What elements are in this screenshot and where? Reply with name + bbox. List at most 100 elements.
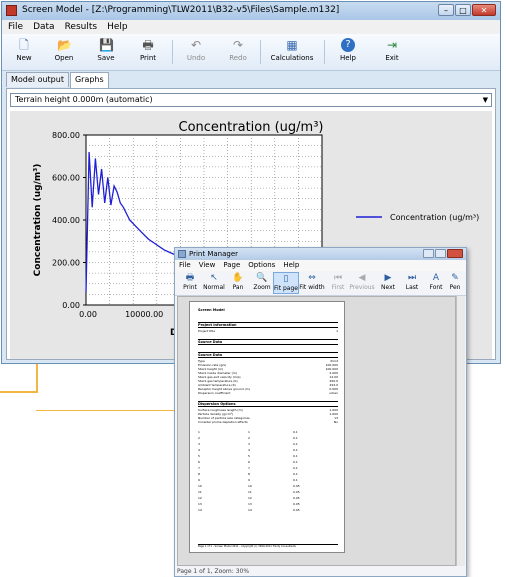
pm-pen-button[interactable]: ✎ Pen — [445, 272, 465, 291]
pm-close-button[interactable] — [447, 249, 463, 258]
pm-fit-width-button[interactable]: ⇔ Fit width — [299, 272, 325, 291]
page-table-cell: 0.05 — [293, 496, 300, 500]
save-button[interactable]: 💾 Save — [86, 36, 126, 68]
pm-normal-button[interactable]: ↖ Normal — [201, 272, 227, 291]
pm-pan-label: Pan — [232, 284, 244, 291]
pm-menu-help[interactable]: Help — [283, 260, 299, 271]
menu-data[interactable]: Data — [33, 20, 55, 34]
pm-menu-page[interactable]: Page — [223, 260, 240, 271]
page-table-row: 7 7 0.1 — [198, 466, 298, 470]
page-table-cell: 0.1 — [293, 478, 298, 482]
pm-zoom-label: Zoom — [253, 284, 271, 291]
chart-title: Concentration (ug/m³) — [179, 120, 324, 135]
graph-select-value: Terrain height 0.000m (automatic) — [15, 95, 153, 104]
pm-pan-button[interactable]: ✋ Pan — [225, 272, 251, 291]
page-section-heading: Project Information — [198, 322, 338, 328]
tab-graphs[interactable]: Graphs — [69, 72, 109, 88]
new-button[interactable]: 🗋 New — [4, 36, 44, 68]
exit-button[interactable]: ⇥ Exit — [372, 36, 412, 68]
pm-last-button[interactable]: ⏭ Last — [399, 272, 425, 291]
page-data-row: Consider plume depletion effects No — [198, 420, 338, 424]
menu-file[interactable]: File — [8, 20, 23, 34]
new-label: New — [16, 54, 32, 62]
pm-print-button[interactable]: 🖶 Print — [177, 272, 203, 291]
print-preview-area[interactable]: Screen Model Project Information Project … — [177, 296, 456, 566]
open-button[interactable]: 📂 Open — [44, 36, 84, 68]
pm-zoom-button[interactable]: 🔍 Zoom — [249, 272, 275, 291]
pm-menu-options[interactable]: Options — [248, 260, 275, 271]
help-label: Help — [340, 54, 356, 62]
pm-vertical-scrollbar[interactable] — [456, 296, 465, 566]
pen-icon: ✎ — [451, 273, 459, 283]
pm-print-label: Print — [183, 284, 197, 291]
calculations-button[interactable]: ▦ Calculations — [264, 36, 320, 68]
page-table-row: 13 13 0.05 — [198, 502, 300, 506]
chevron-down-icon: ▼ — [482, 96, 488, 104]
page-table-cell: 3 — [248, 442, 250, 446]
page-table-cell: 4 — [248, 448, 250, 452]
pm-menu-file[interactable]: File — [179, 260, 191, 271]
page-table-cell: 0.05 — [293, 484, 300, 488]
y-tick-label: 400.00 — [52, 216, 80, 225]
fit-width-icon: ⇔ — [308, 273, 316, 283]
page-table-cell: 0.1 — [293, 436, 298, 440]
graph-select-dropdown[interactable]: Terrain height 0.000m (automatic) ▼ — [10, 93, 492, 107]
app-icon — [6, 5, 17, 16]
pm-maximize-button[interactable] — [435, 249, 446, 258]
minimize-button[interactable]: – — [438, 4, 454, 16]
redo-button[interactable]: ↷ Redo — [218, 36, 258, 68]
x-tick-label: 0.00 — [79, 310, 97, 319]
undo-label: Undo — [186, 54, 206, 62]
toolbar: 🗋 New 📂 Open 💾 Save 🖶 Print ↶ Undo ↷ Red… — [2, 34, 500, 71]
calculator-icon: ▦ — [286, 38, 298, 52]
page-table-cell: 1 — [248, 430, 250, 434]
page-table-cell: 0.05 — [293, 490, 300, 494]
page-table-cell: 9 — [248, 478, 250, 482]
print-button[interactable]: 🖶 Print — [128, 36, 168, 68]
undo-button[interactable]: ↶ Undo — [176, 36, 216, 68]
redo-icon: ↷ — [232, 38, 244, 52]
window-title: Screen Model - [Z:\Programming\TLW2011\B… — [22, 5, 340, 15]
tab-model-output[interactable]: Model output — [6, 72, 69, 87]
pm-minimize-button[interactable] — [423, 249, 434, 258]
page-table-row: 10 10 0.05 — [198, 484, 300, 488]
page-data-value: urban — [329, 391, 338, 395]
help-button[interactable]: ? Help — [328, 36, 368, 68]
page-table-row: 5 5 0.1 — [198, 454, 298, 458]
page-table-row: 14 14 0.05 — [198, 508, 300, 512]
pm-fit-page-button[interactable]: ▯ Fit page — [273, 272, 299, 294]
print-manager-title: Print Manager — [189, 250, 239, 258]
page-table-cell: 8 — [248, 472, 250, 476]
page-table-row: 4 4 0.1 — [198, 448, 298, 452]
page-data-value: No — [333, 420, 338, 424]
print-manager-window: Print Manager File View Page Options Hel… — [174, 247, 467, 577]
page-table-row: 6 6 0.1 — [198, 460, 298, 464]
background-accent-vertical — [36, 363, 38, 393]
maximize-button[interactable]: □ — [455, 4, 471, 16]
pointer-icon: ↖ — [210, 273, 218, 283]
close-button[interactable]: ✕ — [472, 4, 496, 16]
page-table-cell: 6 — [248, 460, 250, 464]
page-table-cell: 2 — [248, 436, 250, 440]
menu-results[interactable]: Results — [65, 20, 98, 34]
open-label: Open — [54, 54, 74, 62]
print-label: Print — [139, 54, 157, 62]
page-table-row: 8 8 0.1 — [198, 472, 298, 476]
pm-previous-button[interactable]: ◀ Previous — [349, 272, 375, 291]
previous-page-icon: ◀ — [358, 273, 366, 283]
pm-fit-page-label: Fit page — [274, 285, 298, 292]
printer-icon: 🖶 — [142, 38, 154, 52]
page-table-cell: 0.1 — [293, 454, 298, 458]
exit-door-icon: ⇥ — [386, 38, 398, 52]
title-bar[interactable]: Screen Model - [Z:\Programming\TLW2011\B… — [2, 2, 500, 20]
help-question-icon: ? — [341, 38, 355, 52]
page-table-cell: 0.1 — [293, 430, 298, 434]
pm-next-button[interactable]: ▶ Next — [375, 272, 401, 291]
page-data-row: Project title 1 — [198, 329, 338, 333]
print-manager-title-bar[interactable]: Print Manager — [175, 248, 466, 260]
print-manager-icon — [178, 250, 186, 258]
menu-help[interactable]: Help — [107, 20, 128, 34]
page-section-heading: Dispersion Options — [198, 401, 338, 407]
pm-menu-view[interactable]: View — [199, 260, 216, 271]
pm-first-button[interactable]: ⏮ First — [325, 272, 351, 291]
